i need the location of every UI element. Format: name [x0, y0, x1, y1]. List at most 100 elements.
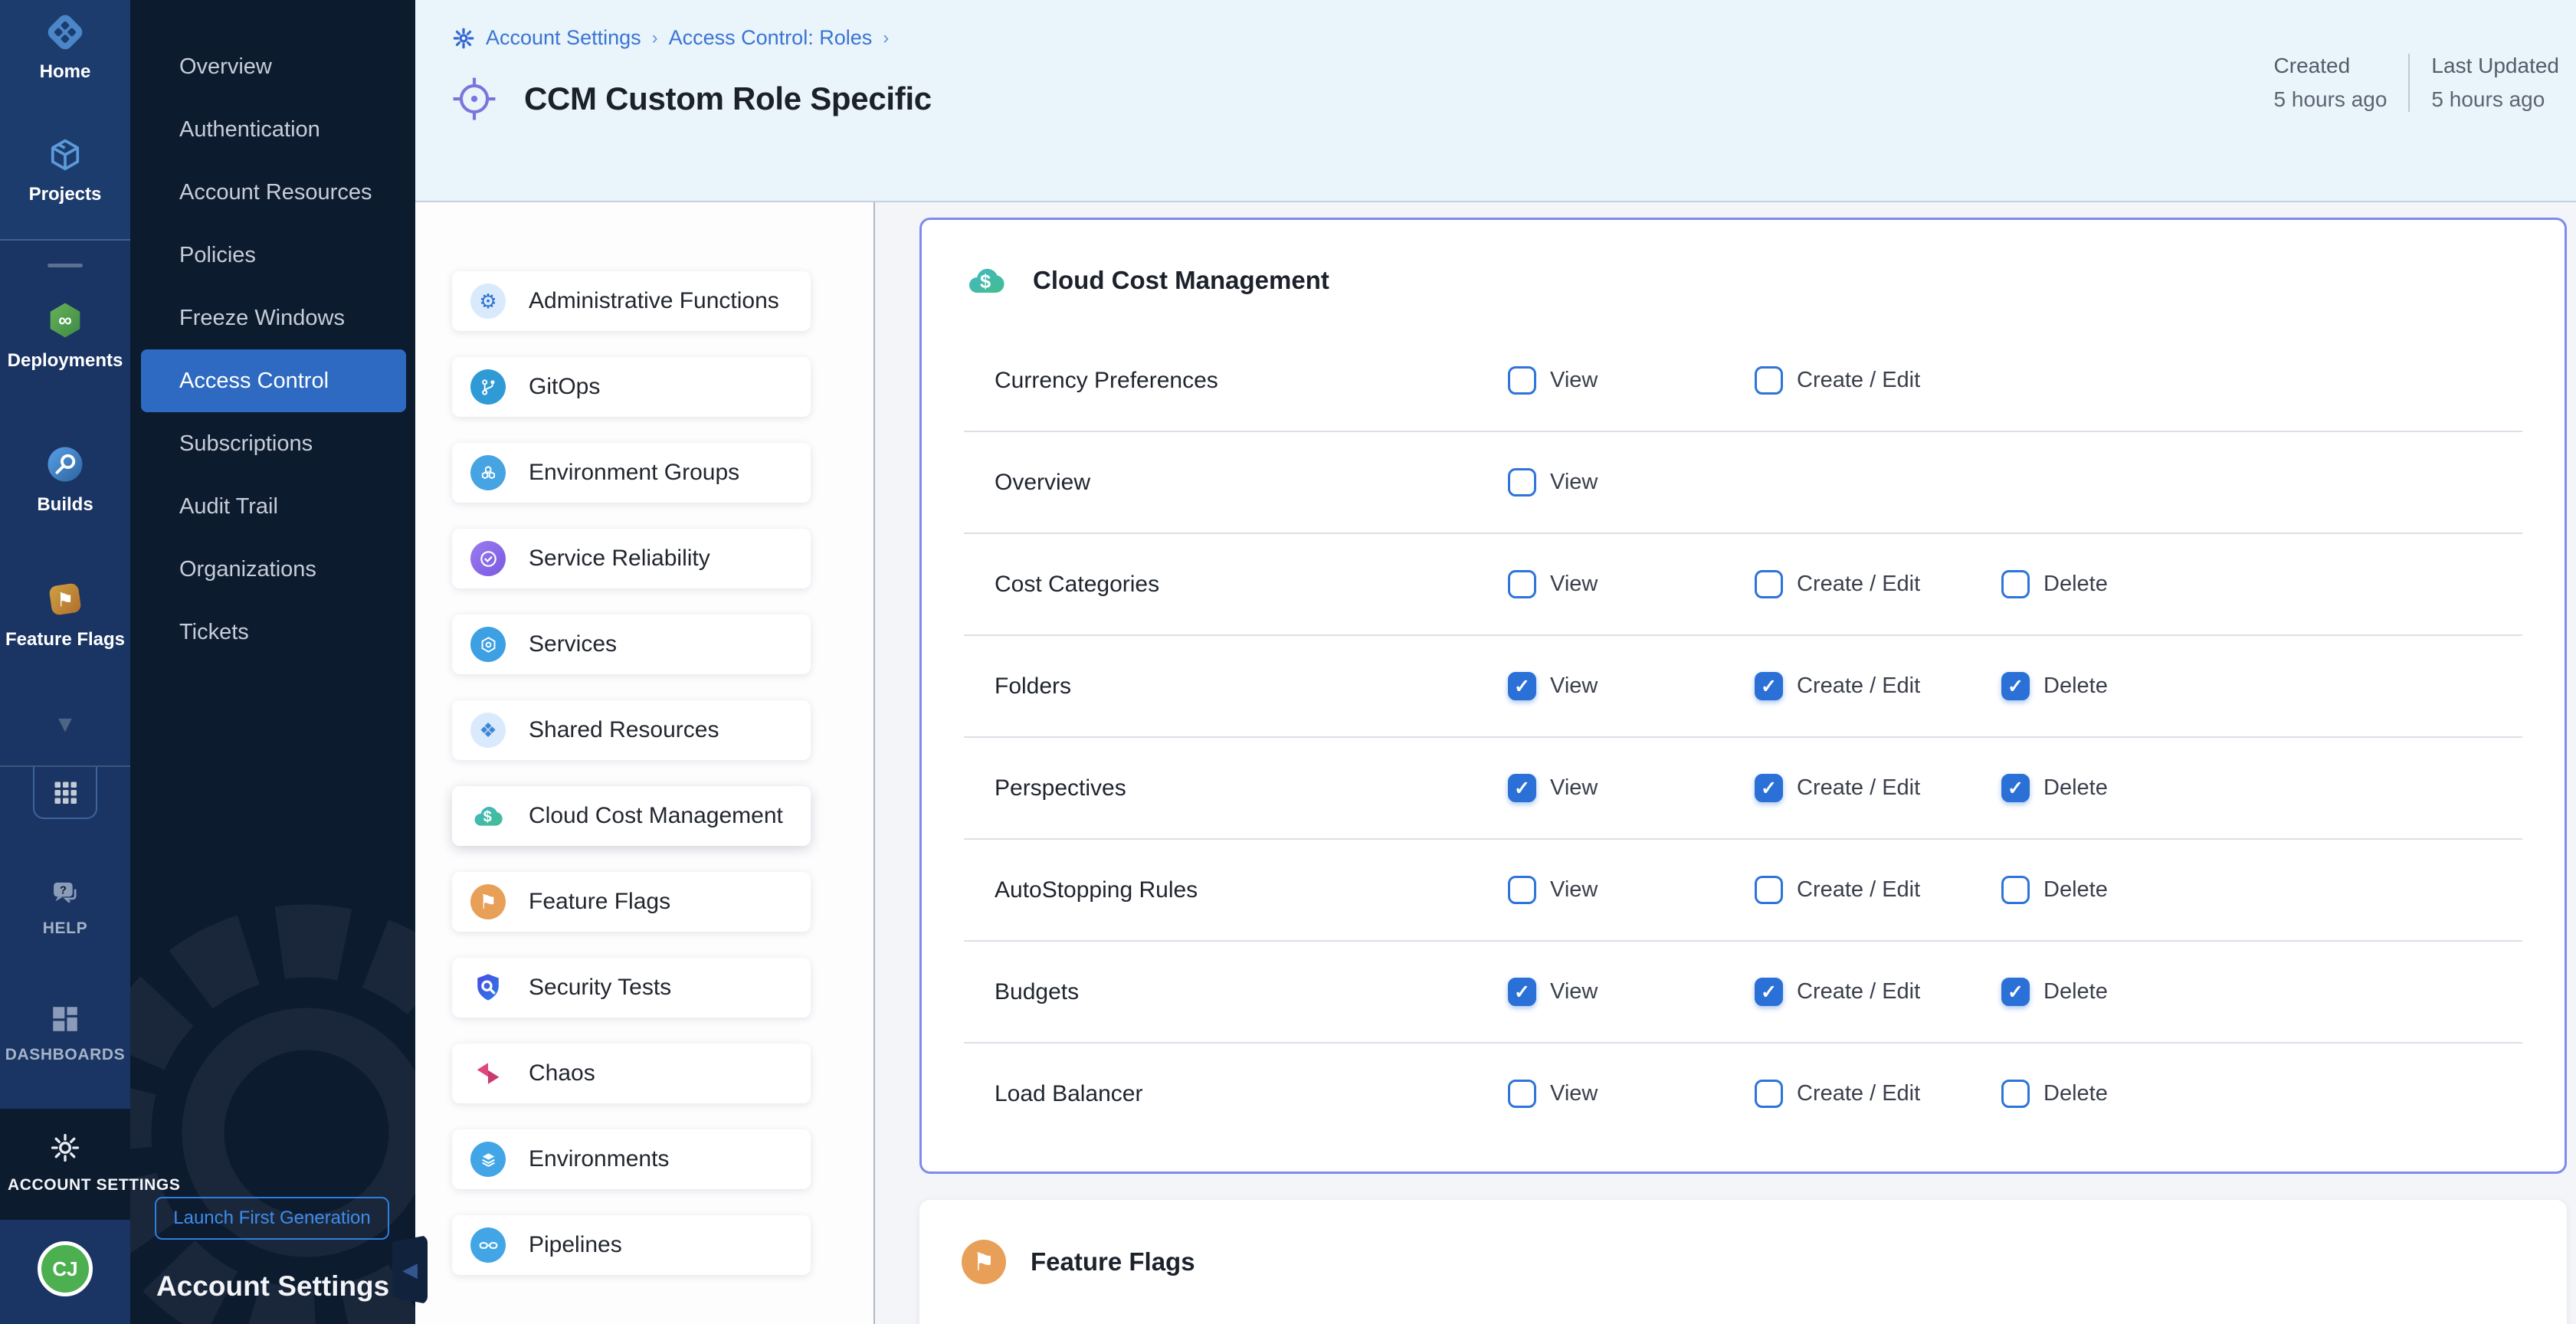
checkbox-view[interactable]: [1508, 570, 1536, 598]
checkbox-label: Create / Edit: [1797, 775, 1920, 801]
rail-item-label: ACCOUNT SETTINGS: [8, 1175, 123, 1195]
category-card-chaos[interactable]: Chaos: [452, 1044, 811, 1103]
category-label: Environments: [529, 1146, 669, 1172]
updated-value: 5 hours ago: [2431, 87, 2559, 112]
panel-header: $ Cloud Cost Management: [964, 220, 2522, 303]
checkbox-create-edit[interactable]: [1755, 1080, 1783, 1108]
panel-title: Cloud Cost Management: [1033, 266, 1329, 295]
gear-watermark-icon: [130, 826, 415, 1324]
checkbox-label: Delete: [2043, 1081, 2108, 1106]
checkbox-view[interactable]: [1508, 468, 1536, 496]
dashboards-icon: [49, 1003, 81, 1035]
feature-flags-circle-icon: ⚑: [470, 884, 506, 919]
checkbox-delete[interactable]: [2001, 876, 2030, 904]
category-card-services[interactable]: Services: [452, 614, 811, 674]
checkbox-delete[interactable]: ✓: [2001, 978, 2030, 1006]
checkbox-create-edit[interactable]: ✓: [1755, 774, 1783, 802]
chevron-down-icon[interactable]: ▼: [54, 713, 77, 736]
category-card-administrative-functions[interactable]: ⚙ Administrative Functions: [452, 271, 811, 331]
sidebar-item-authentication[interactable]: Authentication: [141, 98, 406, 161]
category-label: Service Reliability: [529, 546, 710, 572]
permission-row-budgets: Budgets✓View✓Create / Edit✓Delete: [964, 942, 2522, 1044]
permission-slot: Delete: [2001, 570, 2248, 598]
rail-item-home[interactable]: Home: [40, 12, 91, 83]
sidebar-item-account-resources[interactable]: Account Resources: [141, 161, 406, 224]
launch-first-generation-button[interactable]: Launch First Generation: [155, 1197, 389, 1240]
checkbox-label: View: [1550, 572, 1598, 597]
panel-header: ⚑ Feature Flags: [962, 1200, 2525, 1284]
sidebar-item-access-control[interactable]: Access Control: [141, 349, 406, 412]
permission-slot: Delete: [2001, 1080, 2248, 1108]
service-reliability-icon: [470, 541, 506, 576]
permission-slot: ✓ Delete: [2001, 978, 2248, 1006]
sidebar-item-audit-trail[interactable]: Audit Trail: [141, 475, 406, 538]
rail-item-label: Home: [40, 61, 91, 83]
checkbox-create-edit[interactable]: [1755, 570, 1783, 598]
checkbox-view[interactable]: ✓: [1508, 774, 1536, 802]
checkbox-create-edit[interactable]: [1755, 366, 1783, 395]
checkbox-view[interactable]: ✓: [1508, 672, 1536, 700]
sidebar-item-overview[interactable]: Overview: [141, 35, 406, 98]
checkbox-create-edit[interactable]: ✓: [1755, 672, 1783, 700]
checkbox-delete[interactable]: ✓: [2001, 774, 2030, 802]
sidebar-item-subscriptions[interactable]: Subscriptions: [141, 412, 406, 475]
checkbox-label: Create / Edit: [1797, 877, 1920, 903]
sidebar-item-tickets[interactable]: Tickets: [141, 601, 406, 664]
rail-item-help[interactable]: ?HELP: [43, 877, 87, 939]
category-card-environment-groups[interactable]: Environment Groups: [452, 443, 811, 503]
category-label: Administrative Functions: [529, 288, 779, 314]
svg-text:$: $: [483, 808, 492, 825]
category-card-pipelines[interactable]: Pipelines: [452, 1215, 811, 1275]
checkbox-view[interactable]: ✓: [1508, 978, 1536, 1006]
checkbox-label: View: [1550, 775, 1598, 801]
permission-slot: Create / Edit: [1755, 876, 2001, 904]
admin-gear-icon: ⚙: [470, 283, 506, 319]
category-label: Feature Flags: [529, 889, 670, 915]
category-card-service-reliability[interactable]: Service Reliability: [452, 529, 811, 588]
category-card-security-tests[interactable]: Security Tests: [452, 958, 811, 1018]
rail-item-label: HELP: [43, 918, 87, 939]
rail-item-dashboards[interactable]: DASHBOARDS: [5, 1003, 126, 1065]
category-card-cloud-cost-management[interactable]: $Cloud Cost Management: [452, 786, 811, 846]
checkbox-create-edit[interactable]: ✓: [1755, 978, 1783, 1006]
checkbox-delete[interactable]: [2001, 1080, 2030, 1108]
rail-item-feature-flags[interactable]: ⚑Feature Flags: [5, 578, 125, 651]
sidebar-item-policies[interactable]: Policies: [141, 224, 406, 287]
avatar[interactable]: CJ: [38, 1241, 93, 1296]
svg-text:$: $: [980, 270, 991, 292]
checkbox-create-edit[interactable]: [1755, 876, 1783, 904]
category-card-feature-flags[interactable]: ⚑ Feature Flags: [452, 872, 811, 932]
rail-item-deployments[interactable]: ∞Deployments: [8, 300, 123, 372]
checkbox-view[interactable]: [1508, 366, 1536, 395]
category-card-shared-resources[interactable]: ❖Shared Resources: [452, 700, 811, 760]
security-shield-icon: [470, 970, 506, 1005]
checkbox-label: Create / Edit: [1797, 368, 1920, 393]
page-header: Account Settings›Access Control: Roles› …: [415, 0, 2576, 202]
pipelines-icon: [470, 1227, 506, 1263]
checkbox-delete[interactable]: [2001, 570, 2030, 598]
category-card-gitops[interactable]: GitOps: [452, 357, 811, 417]
permission-slot: Create / Edit: [1755, 366, 2001, 395]
category-label: Environment Groups: [529, 460, 739, 486]
checkbox-label: Delete: [2043, 979, 2108, 1004]
collapse-sidebar-tab[interactable]: ◀: [392, 1235, 428, 1304]
rail-item-label: DASHBOARDS: [5, 1044, 126, 1065]
avatar-section: CJ: [38, 1220, 93, 1324]
checkbox-view[interactable]: [1508, 1080, 1536, 1108]
sidebar-item-freeze-windows[interactable]: Freeze Windows: [141, 287, 406, 349]
breadcrumb: Account Settings›Access Control: Roles›: [452, 26, 889, 50]
module-launcher-button[interactable]: [33, 767, 97, 819]
breadcrumb-link[interactable]: Access Control: Roles: [669, 26, 873, 50]
rail-item-projects[interactable]: Projects: [29, 135, 102, 205]
checkbox-delete[interactable]: ✓: [2001, 672, 2030, 700]
category-card-environments[interactable]: Environments: [452, 1129, 811, 1189]
rail-item-account-settings[interactable]: ACCOUNT SETTINGS: [0, 1109, 130, 1220]
created-value: 5 hours ago: [2274, 87, 2388, 112]
breadcrumb-link[interactable]: Account Settings: [486, 26, 641, 50]
sidebar-item-organizations[interactable]: Organizations: [141, 538, 406, 601]
permission-slot: View: [1508, 876, 1755, 904]
rail-item-builds[interactable]: Builds: [37, 444, 93, 516]
checkbox-view[interactable]: [1508, 876, 1536, 904]
services-icon: [470, 627, 506, 662]
ccm-cloud-icon: $: [470, 798, 506, 834]
